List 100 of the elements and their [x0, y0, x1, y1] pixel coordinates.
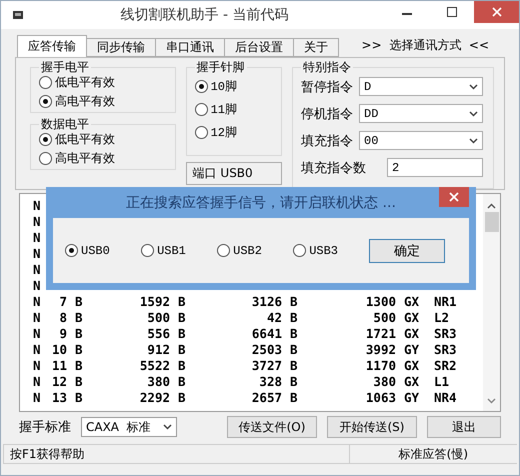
- listing-cell-text: GX: [403, 294, 420, 308]
- tab[interactable]: 串口通讯: [155, 38, 225, 57]
- maximize-icon: [446, 7, 456, 17]
- push-button[interactable]: 退出: [427, 416, 501, 438]
- radio-button[interactable]: USB3: [293, 242, 370, 259]
- group-title: 握手针脚: [196, 60, 246, 74]
- close-button[interactable]: [474, 1, 519, 23]
- listing-cell-text: B: [177, 310, 187, 324]
- dropdown[interactable]: 00: [359, 131, 483, 150]
- scroll-thumb[interactable]: [484, 212, 498, 232]
- listing-cell-text: GX: [403, 310, 420, 324]
- listing-cell-text: B: [177, 342, 187, 356]
- group-title: 特别指令: [302, 60, 352, 74]
- listing-cell-text: B: [74, 342, 84, 356]
- listing-cell-text: N: [32, 342, 39, 356]
- tab[interactable]: 关于: [293, 38, 339, 57]
- push-button[interactable]: 开始传送(S): [327, 416, 417, 438]
- dropdown[interactable]: CAXA 标准: [81, 417, 177, 437]
- listing-cell-text: 328: [258, 374, 282, 388]
- push-button[interactable]: 传送文件(O): [227, 416, 317, 438]
- field-label: 握手标准: [19, 419, 71, 436]
- listing-cell-text: B: [74, 374, 84, 388]
- listing-cell-text: B: [74, 294, 84, 308]
- dialog-title: 正在搜索应答握手信号，请开启联机状态 ...: [125, 194, 397, 212]
- listing-cell-text: NR4: [433, 390, 458, 404]
- listing-cell-text: GX: [403, 374, 420, 388]
- status-text: 标准应答(慢): [348, 444, 517, 464]
- field-label: 停机指令: [301, 106, 353, 122]
- radio-button[interactable]: 10脚: [194, 78, 273, 95]
- caret-icon: [469, 84, 478, 90]
- listing-cell-text: 8: [58, 310, 67, 324]
- group-title: 握手电平: [40, 60, 90, 74]
- listing-cell-text: B: [289, 326, 299, 340]
- field-label: 填充指令: [301, 132, 353, 150]
- listing-cell-text: 1300: [364, 294, 396, 308]
- radio-button[interactable]: USB0: [65, 242, 142, 259]
- listing-cell-text: SR3: [433, 326, 458, 340]
- tab[interactable]: 应答传输: [17, 35, 87, 57]
- listing-cell-text: N: [32, 278, 39, 292]
- listing-cell-text: 912: [146, 342, 170, 356]
- listing-cell-text: 556: [146, 326, 170, 340]
- input-field[interactable]: 2: [387, 158, 483, 177]
- listing-cell-text: N: [32, 214, 39, 228]
- listing-cell-text: 2657: [250, 390, 282, 404]
- radio-button[interactable]: 低电平有效: [39, 131, 167, 148]
- radio-button[interactable]: 11脚: [194, 101, 273, 118]
- listing-cell-text: N: [32, 262, 39, 276]
- ok-button[interactable]: 确定: [369, 238, 446, 262]
- listing-cell-text: B: [74, 358, 84, 372]
- listing-cell-text: B: [289, 294, 299, 308]
- app-icon: [11, 8, 25, 22]
- listing-cell-text: B: [177, 326, 187, 340]
- listing-cell-text: B: [177, 374, 187, 388]
- tab[interactable]: 同步传输: [86, 38, 156, 57]
- scroll-up-icon[interactable]: [487, 202, 496, 210]
- listing-cell-text: B: [289, 374, 299, 388]
- comm-mode-label: >> 选择通讯方式 <<: [362, 36, 489, 54]
- close-icon: [449, 192, 459, 202]
- listing-cell-text: N: [32, 198, 39, 212]
- radio-button[interactable]: 12脚: [194, 124, 273, 141]
- listing-cell-text: N: [32, 326, 39, 340]
- listing-cell-text: 10: [50, 342, 67, 356]
- listing-cell-text: 500: [146, 310, 170, 324]
- radio-button[interactable]: 低电平有效: [39, 74, 167, 91]
- listing-cell-text: SR3: [433, 342, 458, 356]
- listing-cell-text: 2292: [138, 390, 170, 404]
- group-title: 数据电平: [40, 117, 90, 131]
- listing-cell-text: B: [74, 390, 84, 404]
- scrollbar[interactable]: [483, 194, 500, 411]
- listing-cell-text: 380: [372, 374, 396, 388]
- close-icon: [492, 7, 502, 17]
- listing-cell-text: 500: [372, 310, 396, 324]
- listing-cell-text: B: [177, 294, 187, 308]
- listing-cell-text: 11: [50, 358, 67, 372]
- radio-button[interactable]: 高电平有效: [39, 150, 167, 167]
- listing-cell-text: 6641: [250, 326, 282, 340]
- listing-cell-text: B: [74, 326, 84, 340]
- listing-cell-text: GY: [403, 390, 420, 404]
- tab[interactable]: 后台设置: [224, 38, 294, 57]
- listing-cell-text: B: [289, 390, 299, 404]
- scroll-down-icon[interactable]: [487, 397, 496, 405]
- listing-cell-text: N: [32, 294, 39, 308]
- radio-button[interactable]: 高电平有效: [39, 93, 167, 110]
- field-label: 暂停指令: [301, 78, 353, 96]
- listing-cell-text: 380: [146, 374, 170, 388]
- listing-cell-text: SR2: [433, 358, 458, 372]
- caret-icon: [469, 110, 478, 116]
- radio-button[interactable]: USB2: [217, 242, 294, 259]
- listing-cell-text: 9: [58, 326, 67, 340]
- listing-cell-text: 1592: [138, 294, 170, 308]
- listing-cell-text: B: [74, 310, 84, 324]
- listing-cell-text: NR1: [433, 294, 458, 308]
- dropdown[interactable]: D: [359, 77, 483, 96]
- close-button[interactable]: [439, 187, 469, 207]
- status-text: 按F1获得帮助: [3, 444, 349, 464]
- radio-button[interactable]: USB1: [141, 242, 218, 259]
- listing-cell-text: N: [32, 246, 39, 260]
- dropdown[interactable]: DD: [359, 104, 483, 123]
- listing-cell-text: N: [32, 390, 39, 404]
- listing-cell-text: 42: [266, 310, 282, 324]
